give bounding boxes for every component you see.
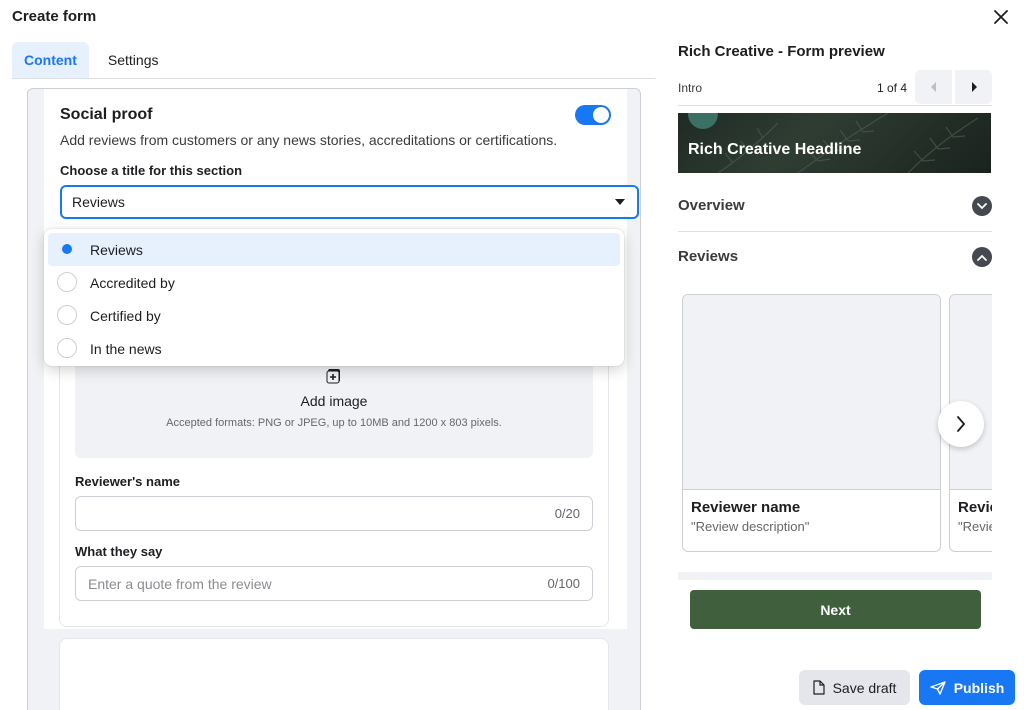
- caret-down-icon: [615, 199, 625, 205]
- carousel-next-button[interactable]: [938, 401, 984, 447]
- preview-next-cta-button[interactable]: Next: [690, 590, 981, 629]
- preview-prev-button[interactable]: [915, 70, 952, 104]
- title-select-label: Choose a title for this section: [60, 163, 243, 178]
- preview-screen-label: Intro: [678, 81, 703, 95]
- review-image-placeholder: [950, 295, 992, 490]
- add-image-dropzone[interactable]: Add image Accepted formats: PNG or JPEG,…: [75, 358, 593, 458]
- save-draft-button[interactable]: Save draft: [799, 670, 910, 705]
- accordion-overview[interactable]: Overview: [678, 181, 992, 232]
- accordion-label: Overview: [678, 197, 745, 214]
- section-title-select[interactable]: Reviews: [60, 185, 639, 219]
- what-they-say-label: What they say: [75, 544, 163, 559]
- preview-hero-image: Rich Creative Headline: [678, 113, 991, 173]
- radio-icon: [57, 272, 77, 292]
- option-label: Reviews: [90, 241, 143, 258]
- radio-icon: [57, 305, 77, 325]
- review-image-placeholder: [683, 295, 940, 490]
- reviewer-name-label: Reviewer's name: [75, 474, 180, 489]
- next-review-card: [59, 638, 609, 710]
- chevron-right-icon: [957, 416, 966, 432]
- radio-icon: [57, 338, 77, 358]
- add-image-label: Add image: [300, 393, 368, 409]
- close-button[interactable]: [990, 6, 1012, 28]
- section-description: Add reviews from customers or any news s…: [60, 132, 558, 148]
- option-certified-by[interactable]: Certified by: [48, 299, 620, 332]
- review-preview-card: Reviewer name "Review description": [682, 294, 941, 552]
- caret-right-icon: [971, 82, 977, 92]
- preview-navigation: Intro 1 of 4: [678, 70, 992, 106]
- reviewer-name-counter: 0/20: [554, 506, 580, 521]
- tab-bar: Content Settings: [12, 42, 655, 79]
- publish-label: Publish: [953, 679, 1005, 696]
- option-reviews[interactable]: Reviews: [48, 233, 620, 266]
- review-card-name: Reviewer name: [958, 499, 992, 516]
- reviewer-name-input[interactable]: 0/20: [75, 496, 593, 531]
- caret-left-icon: [930, 82, 936, 92]
- document-icon: [812, 680, 825, 695]
- what-they-say-counter: 0/100: [547, 576, 580, 591]
- close-icon: [994, 10, 1008, 24]
- preview-divider: [678, 572, 992, 580]
- publish-button[interactable]: Publish: [919, 670, 1015, 705]
- image-format-hint: Accepted formats: PNG or JPEG, up to 10M…: [166, 417, 502, 429]
- tab-settings[interactable]: Settings: [96, 42, 171, 78]
- page-title: Create form: [12, 8, 97, 25]
- radio-icon: [57, 239, 77, 259]
- accordion-label: Reviews: [678, 248, 739, 265]
- toggle-knob: [593, 107, 609, 123]
- preview-headline: Rich Creative Headline: [688, 141, 862, 158]
- what-they-say-placeholder: Enter a quote from the review: [88, 575, 272, 592]
- review-card-description: "Review description": [691, 519, 810, 534]
- social-proof-toggle[interactable]: [575, 105, 611, 125]
- save-draft-label: Save draft: [832, 679, 897, 696]
- option-accredited-by[interactable]: Accredited by: [48, 266, 620, 299]
- review-entry-card: Add image Accepted formats: PNG or JPEG,…: [59, 327, 609, 627]
- preview-next-button[interactable]: [955, 70, 992, 104]
- page-indicator: 1 of 4: [876, 81, 907, 95]
- option-label: Accredited by: [90, 274, 175, 291]
- section-title-dropdown: Reviews Accredited by Certified by In th…: [44, 229, 624, 366]
- option-in-the-news[interactable]: In the news: [48, 332, 620, 365]
- preview-title: Rich Creative - Form preview: [678, 43, 885, 60]
- option-label: In the news: [90, 340, 162, 357]
- paper-plane-icon: [930, 680, 946, 695]
- review-card-description: "Review description": [958, 519, 992, 534]
- selected-value: Reviews: [72, 194, 125, 210]
- chevron-up-icon: [972, 247, 992, 267]
- what-they-say-input[interactable]: Enter a quote from the review 0/100: [75, 566, 593, 601]
- accordion-reviews[interactable]: Reviews: [678, 232, 992, 283]
- form-editor-panel[interactable]: Social proof Add reviews from customers …: [27, 88, 641, 710]
- tab-content[interactable]: Content: [12, 42, 89, 78]
- section-title: Social proof: [60, 106, 153, 123]
- chevron-down-icon: [972, 196, 992, 216]
- add-image-icon: [326, 369, 340, 384]
- review-card-name: Reviewer name: [691, 499, 801, 516]
- option-label: Certified by: [90, 307, 161, 324]
